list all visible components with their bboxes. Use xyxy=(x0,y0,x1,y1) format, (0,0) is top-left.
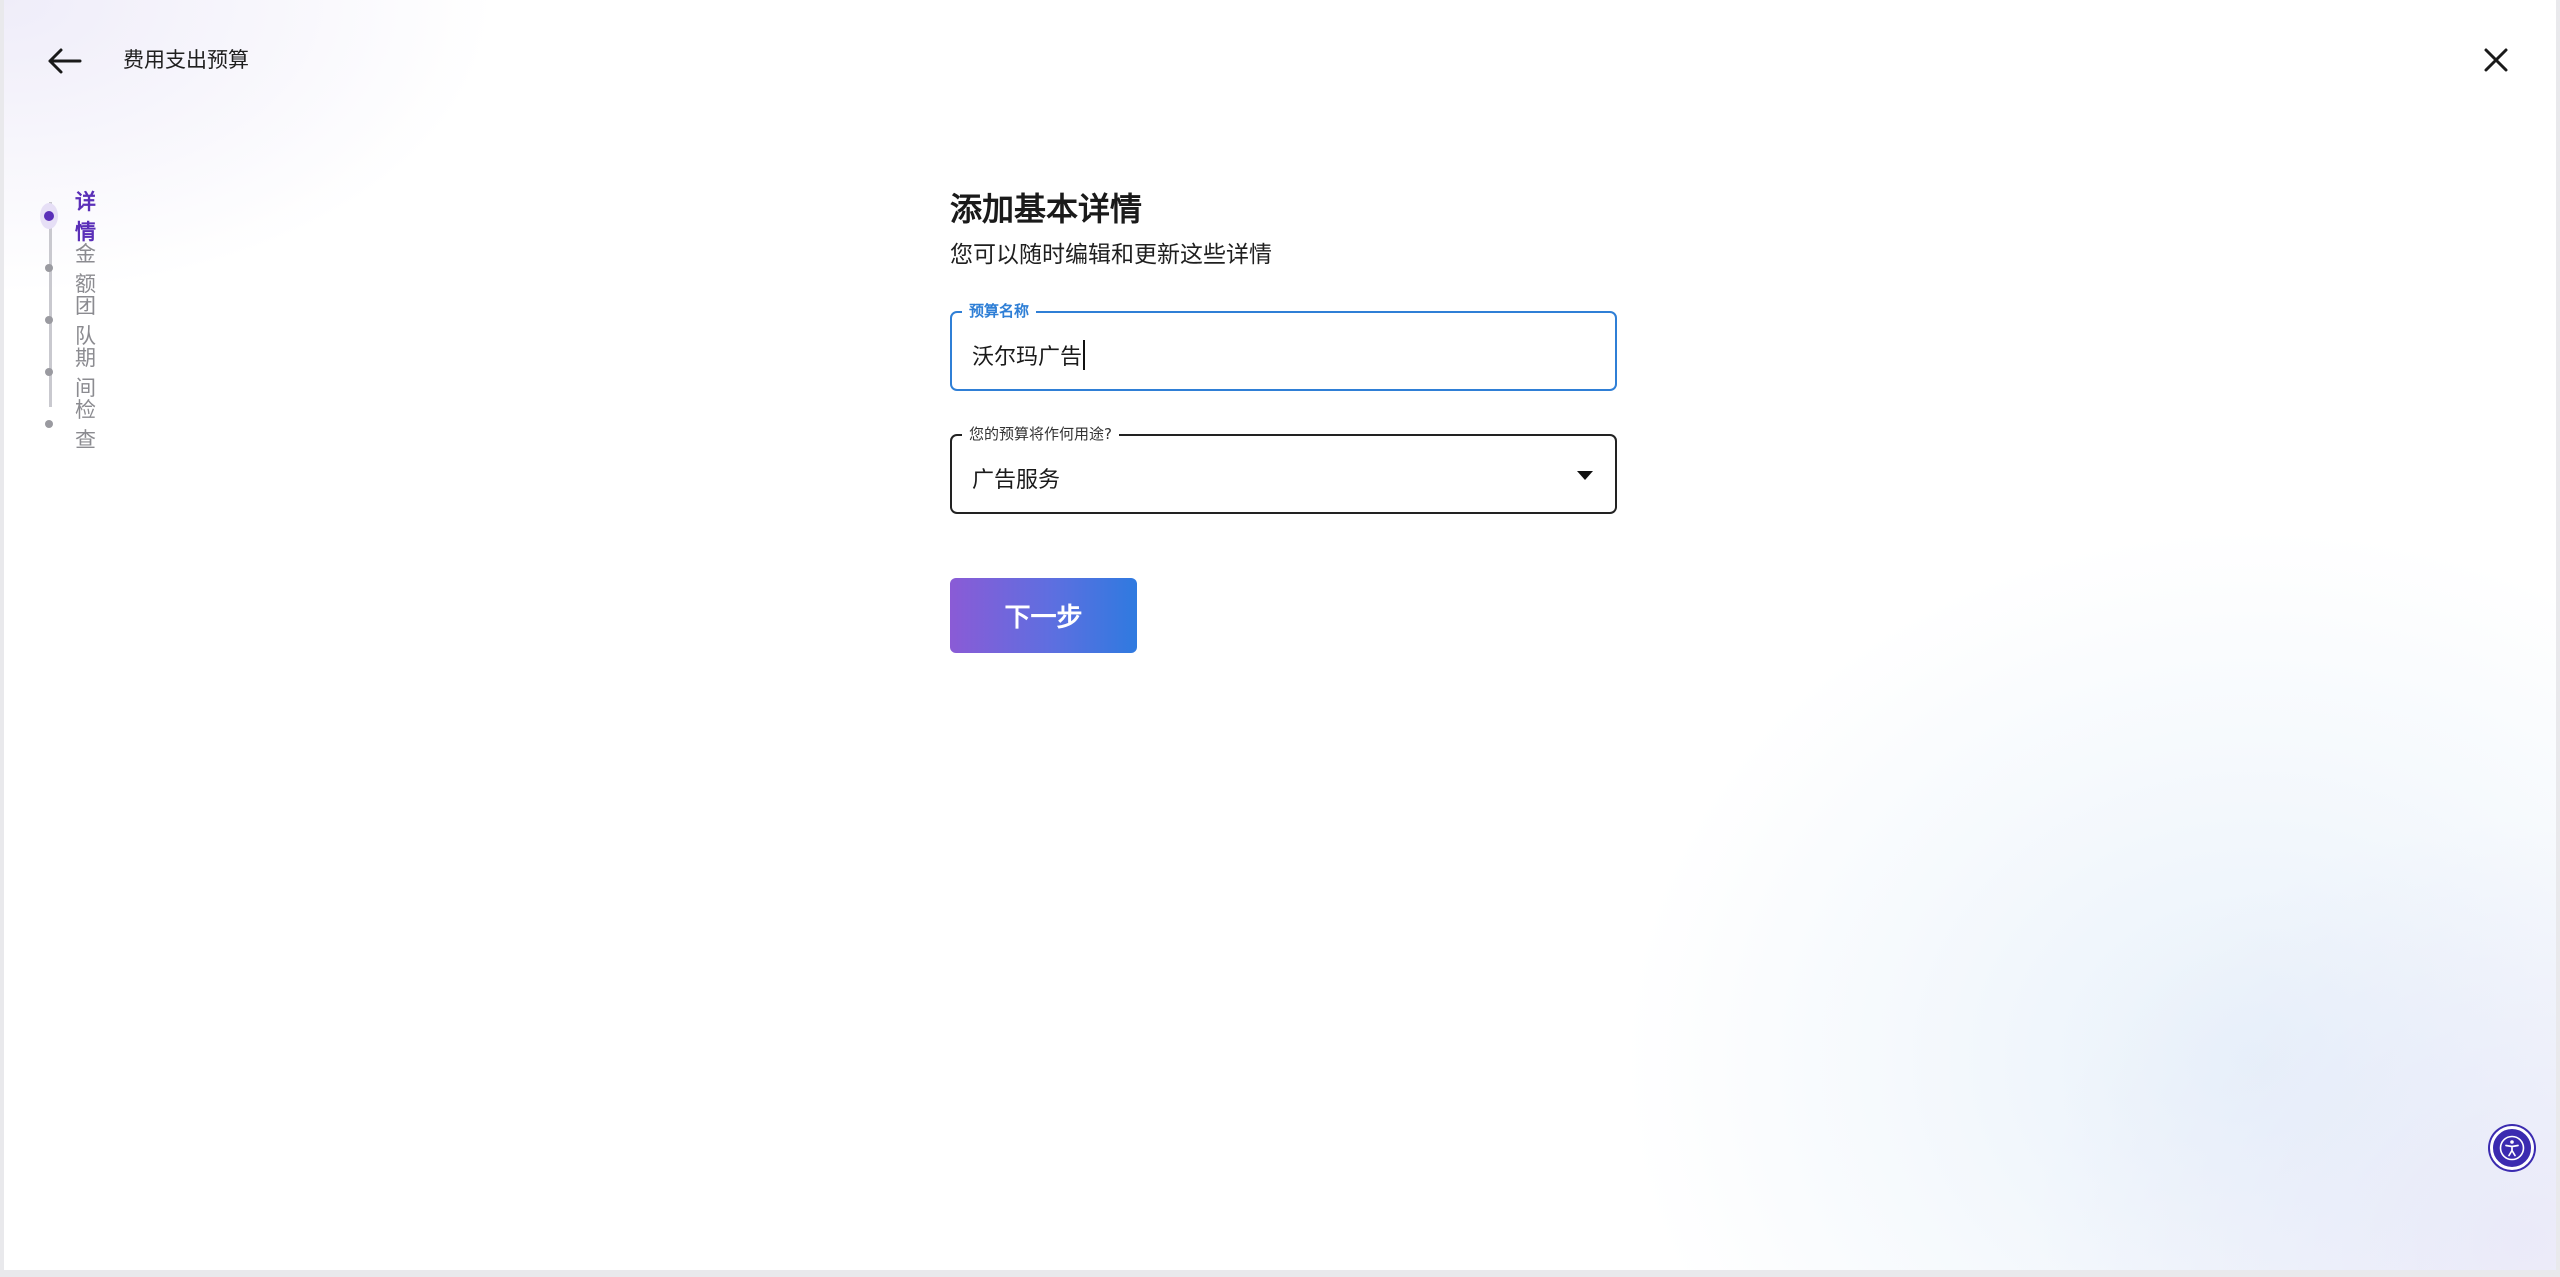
arrow-left-icon xyxy=(48,48,82,74)
step-review[interactable]: 检查 xyxy=(40,394,104,454)
accessibility-button[interactable] xyxy=(2490,1126,2534,1170)
budget-name-field[interactable]: 预算名称 沃尔玛广告 xyxy=(950,301,1617,391)
step-label: 详情 xyxy=(74,190,96,244)
step-indicator xyxy=(40,255,58,281)
close-icon xyxy=(2484,48,2508,72)
accessibility-icon xyxy=(2499,1135,2525,1161)
step-label: 检查 xyxy=(74,398,96,452)
budget-name-input[interactable]: 沃尔玛广告 xyxy=(972,339,1082,371)
step-amount[interactable]: 金额 xyxy=(40,238,104,298)
purpose-select[interactable]: 您的预算将作何用途? 广告服务 xyxy=(950,424,1617,514)
page: 费用支出预算 详情 金额 团队 期间 检查 添加基本详情 您可以随时编辑和更新这… xyxy=(4,0,2556,1270)
back-button[interactable] xyxy=(44,42,84,80)
step-team[interactable]: 团队 xyxy=(40,290,104,350)
form-title: 添加基本详情 xyxy=(950,190,1143,228)
step-indicator xyxy=(40,203,58,229)
text-cursor xyxy=(1083,340,1086,370)
step-indicator xyxy=(40,359,58,385)
purpose-selected-value: 广告服务 xyxy=(972,468,1061,493)
step-details[interactable]: 详情 xyxy=(40,186,104,246)
step-indicator xyxy=(40,411,58,437)
step-indicator xyxy=(40,307,58,333)
step-label: 团队 xyxy=(74,294,96,348)
step-period[interactable]: 期间 xyxy=(40,342,104,402)
caret-down-icon xyxy=(1577,471,1593,480)
purpose-label: 您的预算将作何用途? xyxy=(962,424,1119,444)
form-subtitle: 您可以随时编辑和更新这些详情 xyxy=(950,242,1272,268)
page-title: 费用支出预算 xyxy=(123,48,249,72)
next-button[interactable]: 下一步 xyxy=(950,578,1137,653)
step-label: 期间 xyxy=(74,346,96,400)
close-button[interactable] xyxy=(2482,46,2510,74)
budget-name-label: 预算名称 xyxy=(962,301,1037,321)
step-label: 金额 xyxy=(74,242,96,296)
